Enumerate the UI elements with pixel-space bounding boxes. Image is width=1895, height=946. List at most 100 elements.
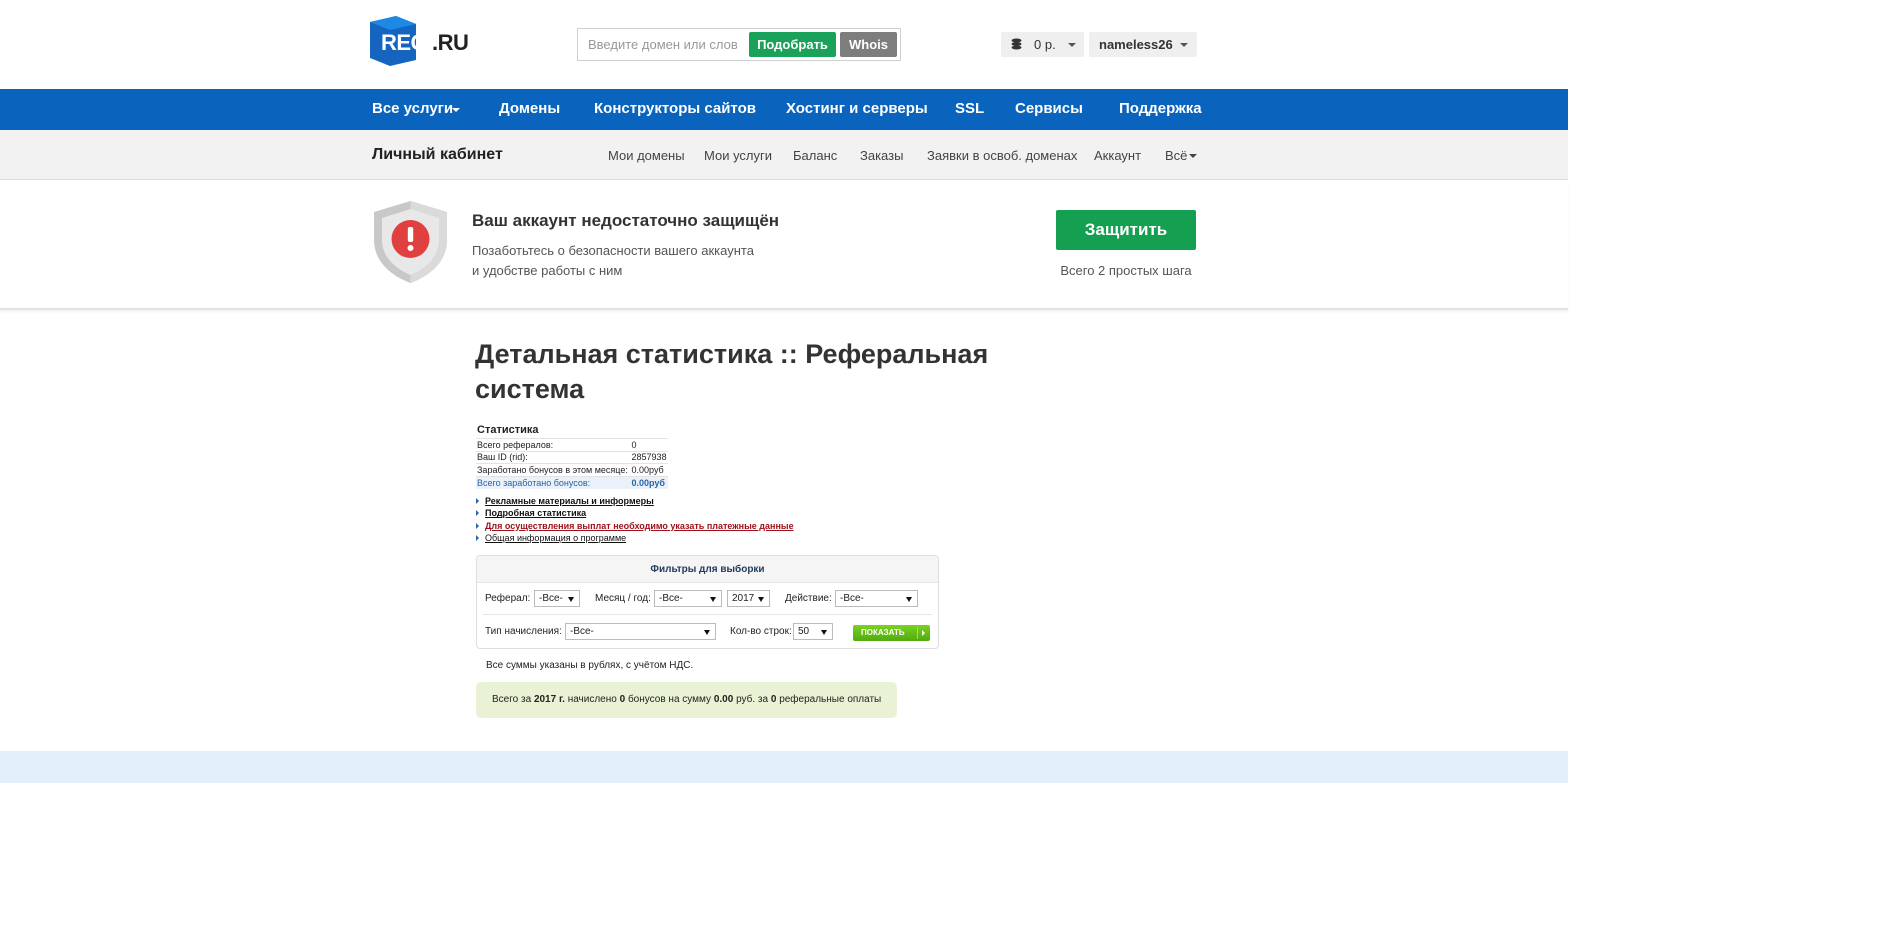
dropdown-arrow-icon: [821, 630, 827, 635]
referral-links-list: Рекламные материалы и информеры Подробна…: [476, 496, 794, 545]
account-subnav: Личный кабинет Мои домены Мои услуги Бал…: [0, 130, 1568, 180]
ad-materials-link[interactable]: Рекламные материалы и информеры: [485, 496, 654, 506]
referral-filter-label: Реферал:: [485, 593, 531, 604]
footer-band: [0, 751, 1568, 783]
summary-text: бонусов на сумму: [627, 694, 712, 705]
subnav-account[interactable]: Аккаунт: [1094, 148, 1141, 163]
nav-ssl[interactable]: SSL: [955, 100, 984, 117]
security-banner-text: Позаботьтесь о безопасности вашего аккау…: [472, 241, 772, 281]
action-select[interactable]: -Все-: [835, 590, 918, 607]
detailed-stats-link[interactable]: Подробная статистика: [485, 508, 586, 518]
stats-label: Заработано бонусов в этом месяце:: [476, 463, 631, 476]
dropdown-arrow-icon: [710, 597, 716, 602]
show-button-label: ПОКАЗАТЬ: [861, 628, 905, 637]
stats-label: Всего рефералов:: [476, 438, 631, 451]
summary-text: начислено: [567, 694, 617, 705]
domain-search-box: Подобрать Whois: [577, 28, 901, 61]
logo-text: REG: [381, 30, 428, 55]
nav-services[interactable]: Сервисы: [1015, 100, 1083, 117]
action-filter-label: Действие:: [785, 593, 832, 604]
summary-payment-count: 0: [770, 694, 777, 705]
program-info-link[interactable]: Общая информация о программе: [485, 533, 626, 543]
page-title: Детальная статистика :: Реферальная сист…: [475, 339, 989, 404]
summary-text: Всего за: [492, 694, 532, 705]
bullet-arrow-icon: [476, 534, 479, 541]
account-title[interactable]: Личный кабинет: [372, 146, 503, 164]
list-item: Рекламные материалы и информеры: [476, 496, 794, 508]
action-select-value: -Все-: [840, 593, 864, 604]
summary-bonus-count: 0: [619, 694, 626, 705]
subnav-my-domains[interactable]: Мои домены: [608, 148, 685, 163]
stats-label: Ваш ID (rid):: [476, 450, 631, 464]
summary-amount: 0.00: [713, 694, 734, 705]
stats-value: 2857938: [630, 450, 668, 464]
list-item: Для осуществления выплат необходимо указ…: [476, 521, 794, 533]
pick-domain-button[interactable]: Подобрать: [749, 32, 836, 57]
rows-count-select-value: 50: [798, 626, 810, 637]
stats-value: 0.00руб: [630, 475, 668, 489]
reg-ru-logo[interactable]: REG .RU: [370, 16, 480, 66]
stats-label: Всего заработано бонусов:: [476, 475, 631, 489]
table-row: Ваш ID (rid): 2857938: [476, 450, 668, 464]
chevron-down-icon: [1068, 43, 1076, 47]
dropdown-arrow-icon: [906, 597, 912, 602]
subnav-orders[interactable]: Заказы: [860, 148, 903, 163]
logo-suffix: .RU: [432, 30, 469, 55]
nav-domains[interactable]: Домены: [499, 100, 560, 117]
year-select-value: 2017: [732, 593, 755, 604]
whois-button[interactable]: Whois: [840, 32, 897, 57]
balance-value: 0 р.: [1034, 37, 1056, 52]
rows-count-label: Кол-во строк:: [730, 626, 792, 637]
nav-all-services[interactable]: Все услуги: [372, 100, 453, 117]
divider: [483, 614, 932, 615]
balance-dropdown[interactable]: 0 р.: [1001, 32, 1084, 57]
chevron-down-icon: [1180, 43, 1188, 47]
chevron-down-icon: [1189, 154, 1197, 158]
list-item: Подробная статистика: [476, 508, 794, 520]
subnav-freed-domain-requests[interactable]: Заявки в освоб. доменах: [927, 148, 1077, 163]
nav-support[interactable]: Поддержка: [1119, 100, 1202, 117]
subnav-balance[interactable]: Баланс: [793, 148, 837, 163]
stats-value: 0.00руб: [630, 463, 668, 476]
month-year-filter-label: Месяц / год:: [595, 593, 651, 604]
security-banner-text-line: и удобстве работы с ним: [472, 263, 623, 278]
vat-note: Все суммы указаны в рублях, с учётом НДС…: [486, 660, 694, 671]
domain-search-input[interactable]: [578, 29, 748, 60]
payment-details-link[interactable]: Для осуществления выплат необходимо указ…: [485, 521, 794, 531]
steps-note: Всего 2 простых шага: [1060, 263, 1192, 278]
rows-count-select[interactable]: 50: [793, 623, 833, 640]
subnav-my-services[interactable]: Мои услуги: [704, 148, 772, 163]
subnav-all[interactable]: Всё: [1165, 148, 1187, 163]
table-row: Всего рефералов: 0: [476, 438, 668, 451]
summary-year: 2017 г.: [533, 694, 565, 705]
shield-warning-icon: [374, 201, 447, 283]
list-item: Общая информация о программе: [476, 533, 794, 545]
coins-icon: [1011, 38, 1022, 50]
dropdown-arrow-icon: [704, 630, 710, 635]
arrow-right-icon: [922, 630, 925, 636]
nav-hosting[interactable]: Хостинг и серверы: [786, 100, 928, 117]
nav-site-builders[interactable]: Конструкторы сайтов: [594, 100, 756, 117]
filters-title: Фильтры для выборки: [477, 556, 938, 583]
user-menu-dropdown[interactable]: nameless26: [1089, 32, 1197, 57]
accrual-type-filter-label: Тип начисления:: [485, 626, 562, 637]
month-select[interactable]: -Все-: [654, 590, 722, 607]
filters-panel: Фильтры для выборки Реферал: -Все- Месяц…: [476, 555, 939, 649]
protect-account-button[interactable]: Защитить: [1056, 210, 1196, 250]
username: nameless26: [1099, 37, 1173, 52]
main-nav: Все услуги Домены Конструкторы сайтов Хо…: [0, 89, 1568, 130]
header: REG .RU Подобрать Whois 0 р. nameless26: [0, 0, 1568, 89]
security-banner-text-line: Позаботьтесь о безопасности вашего аккау…: [472, 243, 754, 258]
button-divider: [917, 627, 918, 639]
accrual-type-select-value: -Все-: [570, 626, 594, 637]
accrual-type-select[interactable]: -Все-: [565, 623, 716, 640]
security-banner: Ваш аккаунт недостаточно защищён Позабот…: [0, 180, 1568, 310]
year-select[interactable]: 2017: [727, 590, 770, 607]
bullet-arrow-icon: [476, 498, 479, 504]
stats-title: Статистика: [477, 424, 539, 436]
dropdown-arrow-icon: [758, 597, 764, 602]
month-select-value: -Все-: [659, 593, 683, 604]
referral-select-value: -Все-: [539, 593, 563, 604]
show-button[interactable]: ПОКАЗАТЬ: [853, 625, 930, 641]
referral-select[interactable]: -Все-: [534, 590, 580, 607]
